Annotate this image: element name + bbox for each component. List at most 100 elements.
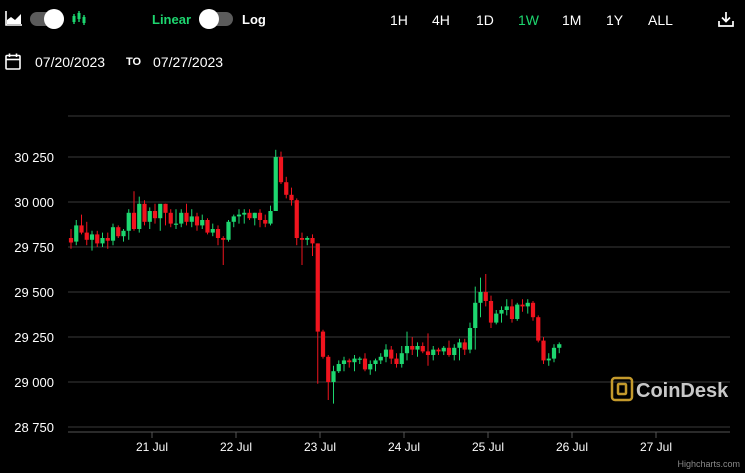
candle (378, 353, 383, 364)
candle (110, 223, 116, 246)
y-tick-label: 28 750 (14, 420, 54, 435)
candle (536, 315, 541, 343)
candle (179, 209, 184, 228)
candle-body (257, 212, 263, 220)
candle-body (310, 238, 315, 244)
candle (352, 355, 357, 372)
candle-body (557, 344, 562, 348)
highcharts-credit[interactable]: Highcharts.com (677, 459, 740, 469)
x-tick-label: 26 Jul (556, 440, 588, 454)
candle (189, 209, 194, 228)
candle (457, 338, 462, 361)
candle (520, 299, 525, 312)
candle-body (95, 234, 100, 244)
candle-body (163, 203, 168, 213)
candle-body (504, 306, 509, 310)
candle (158, 203, 163, 231)
candle-body (378, 356, 383, 361)
candle (147, 207, 152, 229)
candle-body (399, 353, 404, 364)
candle-body (226, 221, 231, 240)
candle-body (494, 313, 499, 323)
candle (231, 214, 236, 228)
y-tick-label: 30 000 (14, 195, 54, 210)
candle (247, 209, 252, 220)
candle-body (347, 360, 352, 363)
candle (242, 209, 247, 224)
candle (142, 200, 147, 226)
candle (126, 209, 131, 240)
candle-body (84, 232, 89, 240)
candle-body (336, 364, 341, 372)
candle (205, 218, 210, 235)
candle (368, 360, 373, 375)
candle-body (289, 194, 294, 201)
candle (483, 274, 488, 307)
candle-body (509, 306, 515, 319)
candle (79, 214, 84, 235)
candle-body (415, 346, 420, 350)
candle (399, 346, 404, 368)
candle-body (462, 342, 467, 350)
x-axis-labels: 21 Jul 22 Jul 23 Jul 24 Jul 25 Jul 26 Jul 27 J… (136, 432, 672, 454)
x-tick-label: 21 Jul (136, 440, 168, 454)
y-tick-label: 29 500 (14, 285, 54, 300)
candle (210, 223, 215, 237)
candle-body (126, 212, 131, 231)
candle-body (520, 304, 525, 307)
candle-body (152, 211, 158, 219)
candle (168, 209, 173, 228)
candle (404, 331, 410, 361)
candle-body (315, 243, 320, 332)
candle-body (373, 360, 378, 364)
candle-body (236, 214, 242, 217)
candle-body (221, 238, 226, 240)
candle (121, 229, 126, 242)
candle (504, 299, 509, 316)
candle-body (79, 225, 84, 233)
candlestick-chart: 28 750 29 000 29 250 29 500 29 750 30 000 30 2… (14, 115, 740, 469)
candle (446, 340, 452, 357)
candle-body (100, 238, 105, 244)
candle (462, 338, 467, 355)
candle (436, 347, 441, 355)
candle (441, 346, 446, 355)
candle (557, 342, 562, 354)
candle (105, 232, 110, 249)
candle-body (116, 227, 121, 237)
candle-body (389, 349, 394, 359)
candle-body (368, 364, 373, 370)
candle-body (394, 358, 399, 364)
candle (278, 151, 284, 184)
candle (173, 209, 179, 229)
candle (68, 229, 74, 249)
candle-body (467, 328, 473, 350)
candle (362, 353, 368, 372)
candle-body (242, 212, 247, 215)
candle-body (131, 212, 137, 229)
candle-body (121, 230, 126, 237)
candle-body (137, 203, 142, 229)
y-tick-label: 29 750 (14, 240, 54, 255)
candle-body (158, 203, 163, 219)
candle (89, 230, 95, 251)
candle-body (210, 229, 215, 233)
candle (226, 220, 231, 242)
candle (299, 232, 305, 265)
candle-body (551, 347, 557, 359)
candle (268, 205, 273, 226)
candle-body (525, 302, 530, 307)
candle (194, 212, 200, 231)
candle-body (404, 346, 410, 354)
candle-body (478, 292, 483, 303)
candle-body (168, 212, 173, 224)
candle-body (352, 358, 357, 363)
candle-body (215, 229, 221, 238)
candle-body (541, 340, 546, 361)
candle (546, 353, 551, 366)
candle (315, 243, 320, 384)
candle-body (457, 342, 462, 348)
candle (509, 299, 515, 323)
candle (415, 342, 420, 357)
candle-body (147, 211, 152, 222)
